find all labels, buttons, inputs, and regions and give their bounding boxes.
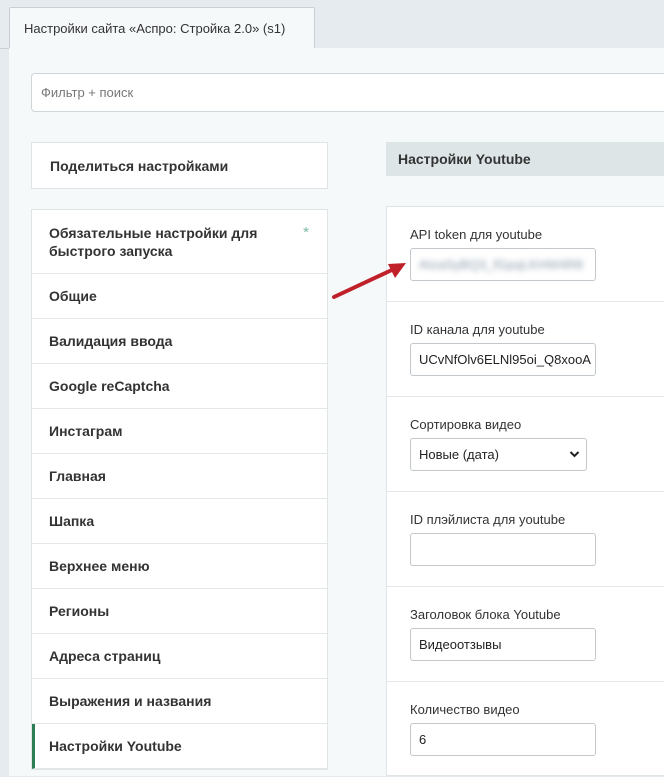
menu-item-phrases[interactable]: Выражения и названия [32,679,327,724]
menu-item-top-menu[interactable]: Верхнее меню [32,544,327,589]
video-count-label: Количество видео [410,702,520,717]
settings-menu: Обязательные настройки для быстрого запу… [31,209,328,770]
playlist-id-input[interactable] [410,533,596,566]
menu-item-regions[interactable]: Регионы [32,589,327,634]
tab-bar: Настройки сайта «Аспро: Стройка 2.0» (s1… [0,0,664,49]
tab-site-settings[interactable]: Настройки сайта «Аспро: Стройка 2.0» (s1… [9,7,315,48]
field-block-title: Заголовок блока Youtube Видеоотзывы [387,587,664,682]
menu-item-input-validation[interactable]: Валидация ввода [32,319,327,364]
menu-item-main[interactable]: Главная [32,454,327,499]
api-token-input[interactable]: AIzaSyBQ3_fGpqLKHW4R8 [410,248,596,281]
menu-item-recaptcha[interactable]: Google reCaptcha [32,364,327,409]
menu-item-instagram[interactable]: Инстаграм [32,409,327,454]
api-token-value: AIzaSyBQ3_fGpqLKHW4R8 [419,257,584,272]
video-count-input[interactable]: 6 [410,723,596,756]
menu-item-page-addresses[interactable]: Адреса страниц [32,634,327,679]
field-video-sort: Сортировка видео Новые (дата) [387,397,664,492]
menu-item-header[interactable]: Шапка [32,499,327,544]
api-token-label: API token для youtube [410,227,543,242]
video-sort-label: Сортировка видео [410,417,522,432]
field-api-token: API token для youtube AIzaSyBQ3_fGpqLKHW… [387,207,664,302]
annotation-arrow-icon [332,263,406,299]
menu-item-youtube-settings[interactable]: Настройки Youtube [32,724,327,769]
chevron-down-icon [569,439,580,483]
menu-item-quick-start[interactable]: Обязательные настройки для быстрого запу… [32,210,327,274]
channel-id-input[interactable]: UCvNfOlv6ELNl95oi_Q8xooA [410,343,596,376]
youtube-settings-form: API token для youtube AIzaSyBQ3_fGpqLKHW… [386,206,664,776]
section-title: Настройки Youtube [386,142,664,176]
share-settings-button[interactable]: Поделиться настройками [31,142,328,189]
filter-search-input[interactable]: Фильтр + поиск [31,73,664,112]
menu-item-general[interactable]: Общие [32,274,327,319]
required-star-icon: * [303,224,309,241]
block-title-input[interactable]: Видеоотзывы [410,628,596,661]
playlist-id-label: ID плэйлиста для youtube [410,512,566,527]
channel-id-label: ID канала для youtube [410,322,545,337]
field-channel-id: ID канала для youtube UCvNfOlv6ELNl95oi_… [387,302,664,397]
video-sort-value: Новые (дата) [419,447,499,462]
menu-item-label: Обязательные настройки для быстрого запу… [49,225,258,259]
block-title-label: Заголовок блока Youtube [410,607,561,622]
field-playlist-id: ID плэйлиста для youtube [387,492,664,587]
field-video-count: Количество видео 6 [387,682,664,777]
video-sort-select[interactable]: Новые (дата) [410,438,587,471]
